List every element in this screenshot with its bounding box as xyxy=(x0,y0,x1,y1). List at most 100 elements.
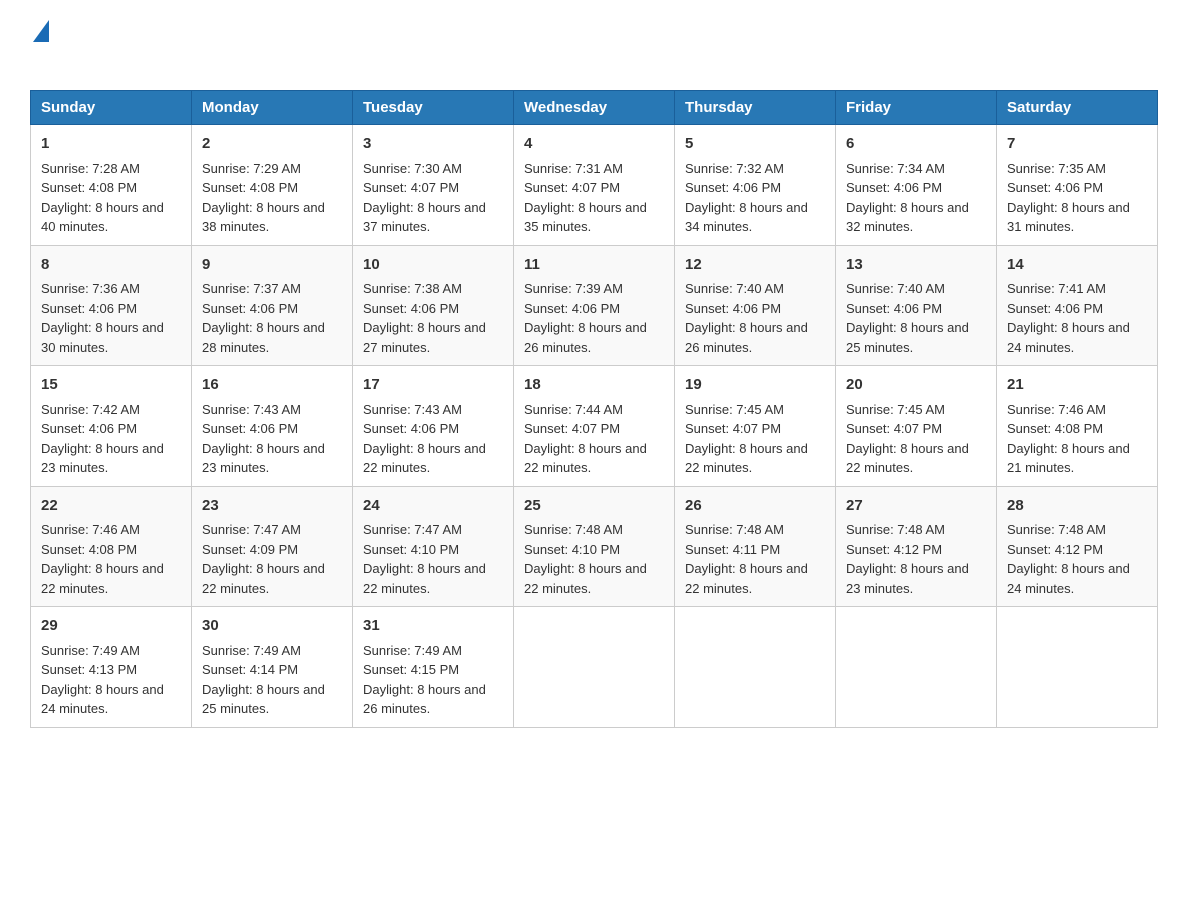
calendar-day-cell: 14 Sunrise: 7:41 AMSunset: 4:06 PMDaylig… xyxy=(997,245,1158,366)
weekday-header-monday: Monday xyxy=(192,91,353,125)
calendar-day-cell: 6 Sunrise: 7:34 AMSunset: 4:06 PMDayligh… xyxy=(836,125,997,246)
day-number: 19 xyxy=(685,374,825,397)
day-sunrise: Sunrise: 7:48 AMSunset: 4:12 PMDaylight:… xyxy=(1007,522,1130,596)
day-number: 17 xyxy=(363,374,503,397)
day-number: 20 xyxy=(846,374,986,397)
calendar-day-cell: 27 Sunrise: 7:48 AMSunset: 4:12 PMDaylig… xyxy=(836,486,997,607)
day-sunrise: Sunrise: 7:37 AMSunset: 4:06 PMDaylight:… xyxy=(202,281,325,355)
day-number: 7 xyxy=(1007,133,1147,156)
day-number: 14 xyxy=(1007,254,1147,277)
day-number: 31 xyxy=(363,615,503,638)
day-sunrise: Sunrise: 7:48 AMSunset: 4:12 PMDaylight:… xyxy=(846,522,969,596)
day-number: 23 xyxy=(202,495,342,518)
calendar-day-cell xyxy=(997,607,1158,728)
weekday-header-saturday: Saturday xyxy=(997,91,1158,125)
day-sunrise: Sunrise: 7:49 AMSunset: 4:13 PMDaylight:… xyxy=(41,643,164,717)
calendar-day-cell: 29 Sunrise: 7:49 AMSunset: 4:13 PMDaylig… xyxy=(31,607,192,728)
day-number: 8 xyxy=(41,254,181,277)
day-sunrise: Sunrise: 7:29 AMSunset: 4:08 PMDaylight:… xyxy=(202,161,325,235)
calendar-day-cell: 24 Sunrise: 7:47 AMSunset: 4:10 PMDaylig… xyxy=(353,486,514,607)
calendar-week-row: 29 Sunrise: 7:49 AMSunset: 4:13 PMDaylig… xyxy=(31,607,1158,728)
day-sunrise: Sunrise: 7:45 AMSunset: 4:07 PMDaylight:… xyxy=(846,402,969,476)
day-sunrise: Sunrise: 7:47 AMSunset: 4:10 PMDaylight:… xyxy=(363,522,486,596)
day-number: 16 xyxy=(202,374,342,397)
calendar-week-row: 1 Sunrise: 7:28 AMSunset: 4:08 PMDayligh… xyxy=(31,125,1158,246)
day-sunrise: Sunrise: 7:42 AMSunset: 4:06 PMDaylight:… xyxy=(41,402,164,476)
calendar-week-row: 8 Sunrise: 7:36 AMSunset: 4:06 PMDayligh… xyxy=(31,245,1158,366)
day-sunrise: Sunrise: 7:49 AMSunset: 4:15 PMDaylight:… xyxy=(363,643,486,717)
day-number: 13 xyxy=(846,254,986,277)
calendar-day-cell xyxy=(675,607,836,728)
calendar-day-cell: 9 Sunrise: 7:37 AMSunset: 4:06 PMDayligh… xyxy=(192,245,353,366)
day-number: 3 xyxy=(363,133,503,156)
calendar-day-cell: 31 Sunrise: 7:49 AMSunset: 4:15 PMDaylig… xyxy=(353,607,514,728)
weekday-header-friday: Friday xyxy=(836,91,997,125)
calendar-day-cell: 15 Sunrise: 7:42 AMSunset: 4:06 PMDaylig… xyxy=(31,366,192,487)
calendar-day-cell: 8 Sunrise: 7:36 AMSunset: 4:06 PMDayligh… xyxy=(31,245,192,366)
calendar-day-cell: 17 Sunrise: 7:43 AMSunset: 4:06 PMDaylig… xyxy=(353,366,514,487)
day-sunrise: Sunrise: 7:49 AMSunset: 4:14 PMDaylight:… xyxy=(202,643,325,717)
calendar-day-cell: 10 Sunrise: 7:38 AMSunset: 4:06 PMDaylig… xyxy=(353,245,514,366)
day-number: 24 xyxy=(363,495,503,518)
calendar-day-cell: 7 Sunrise: 7:35 AMSunset: 4:06 PMDayligh… xyxy=(997,125,1158,246)
day-sunrise: Sunrise: 7:31 AMSunset: 4:07 PMDaylight:… xyxy=(524,161,647,235)
day-number: 11 xyxy=(524,254,664,277)
calendar-day-cell xyxy=(514,607,675,728)
day-number: 22 xyxy=(41,495,181,518)
day-sunrise: Sunrise: 7:40 AMSunset: 4:06 PMDaylight:… xyxy=(685,281,808,355)
day-sunrise: Sunrise: 7:32 AMSunset: 4:06 PMDaylight:… xyxy=(685,161,808,235)
day-number: 15 xyxy=(41,374,181,397)
calendar-day-cell: 28 Sunrise: 7:48 AMSunset: 4:12 PMDaylig… xyxy=(997,486,1158,607)
weekday-header-wednesday: Wednesday xyxy=(514,91,675,125)
day-number: 26 xyxy=(685,495,825,518)
calendar-day-cell: 12 Sunrise: 7:40 AMSunset: 4:06 PMDaylig… xyxy=(675,245,836,366)
day-sunrise: Sunrise: 7:43 AMSunset: 4:06 PMDaylight:… xyxy=(363,402,486,476)
day-sunrise: Sunrise: 7:47 AMSunset: 4:09 PMDaylight:… xyxy=(202,522,325,596)
day-number: 12 xyxy=(685,254,825,277)
day-sunrise: Sunrise: 7:46 AMSunset: 4:08 PMDaylight:… xyxy=(1007,402,1130,476)
day-sunrise: Sunrise: 7:30 AMSunset: 4:07 PMDaylight:… xyxy=(363,161,486,235)
calendar-day-cell: 16 Sunrise: 7:43 AMSunset: 4:06 PMDaylig… xyxy=(192,366,353,487)
calendar-day-cell: 18 Sunrise: 7:44 AMSunset: 4:07 PMDaylig… xyxy=(514,366,675,487)
page-header xyxy=(30,20,1158,70)
calendar-day-cell: 21 Sunrise: 7:46 AMSunset: 4:08 PMDaylig… xyxy=(997,366,1158,487)
day-number: 25 xyxy=(524,495,664,518)
day-number: 2 xyxy=(202,133,342,156)
calendar-week-row: 22 Sunrise: 7:46 AMSunset: 4:08 PMDaylig… xyxy=(31,486,1158,607)
calendar-day-cell: 25 Sunrise: 7:48 AMSunset: 4:10 PMDaylig… xyxy=(514,486,675,607)
day-number: 18 xyxy=(524,374,664,397)
day-sunrise: Sunrise: 7:36 AMSunset: 4:06 PMDaylight:… xyxy=(41,281,164,355)
calendar-day-cell: 20 Sunrise: 7:45 AMSunset: 4:07 PMDaylig… xyxy=(836,366,997,487)
calendar-day-cell: 2 Sunrise: 7:29 AMSunset: 4:08 PMDayligh… xyxy=(192,125,353,246)
day-number: 29 xyxy=(41,615,181,638)
calendar-day-cell: 13 Sunrise: 7:40 AMSunset: 4:06 PMDaylig… xyxy=(836,245,997,366)
calendar-day-cell: 23 Sunrise: 7:47 AMSunset: 4:09 PMDaylig… xyxy=(192,486,353,607)
day-number: 6 xyxy=(846,133,986,156)
day-sunrise: Sunrise: 7:44 AMSunset: 4:07 PMDaylight:… xyxy=(524,402,647,476)
day-sunrise: Sunrise: 7:39 AMSunset: 4:06 PMDaylight:… xyxy=(524,281,647,355)
day-number: 21 xyxy=(1007,374,1147,397)
calendar-day-cell: 30 Sunrise: 7:49 AMSunset: 4:14 PMDaylig… xyxy=(192,607,353,728)
day-number: 27 xyxy=(846,495,986,518)
day-sunrise: Sunrise: 7:46 AMSunset: 4:08 PMDaylight:… xyxy=(41,522,164,596)
logo xyxy=(30,20,49,70)
day-number: 10 xyxy=(363,254,503,277)
day-sunrise: Sunrise: 7:48 AMSunset: 4:11 PMDaylight:… xyxy=(685,522,808,596)
day-number: 28 xyxy=(1007,495,1147,518)
day-sunrise: Sunrise: 7:40 AMSunset: 4:06 PMDaylight:… xyxy=(846,281,969,355)
calendar-day-cell: 3 Sunrise: 7:30 AMSunset: 4:07 PMDayligh… xyxy=(353,125,514,246)
calendar-day-cell: 4 Sunrise: 7:31 AMSunset: 4:07 PMDayligh… xyxy=(514,125,675,246)
day-number: 9 xyxy=(202,254,342,277)
day-sunrise: Sunrise: 7:41 AMSunset: 4:06 PMDaylight:… xyxy=(1007,281,1130,355)
day-sunrise: Sunrise: 7:38 AMSunset: 4:06 PMDaylight:… xyxy=(363,281,486,355)
calendar-day-cell: 19 Sunrise: 7:45 AMSunset: 4:07 PMDaylig… xyxy=(675,366,836,487)
day-number: 4 xyxy=(524,133,664,156)
calendar-table: SundayMondayTuesdayWednesdayThursdayFrid… xyxy=(30,90,1158,728)
calendar-week-row: 15 Sunrise: 7:42 AMSunset: 4:06 PMDaylig… xyxy=(31,366,1158,487)
day-sunrise: Sunrise: 7:48 AMSunset: 4:10 PMDaylight:… xyxy=(524,522,647,596)
calendar-day-cell xyxy=(836,607,997,728)
calendar-day-cell: 22 Sunrise: 7:46 AMSunset: 4:08 PMDaylig… xyxy=(31,486,192,607)
weekday-header-thursday: Thursday xyxy=(675,91,836,125)
day-sunrise: Sunrise: 7:28 AMSunset: 4:08 PMDaylight:… xyxy=(41,161,164,235)
day-number: 1 xyxy=(41,133,181,156)
